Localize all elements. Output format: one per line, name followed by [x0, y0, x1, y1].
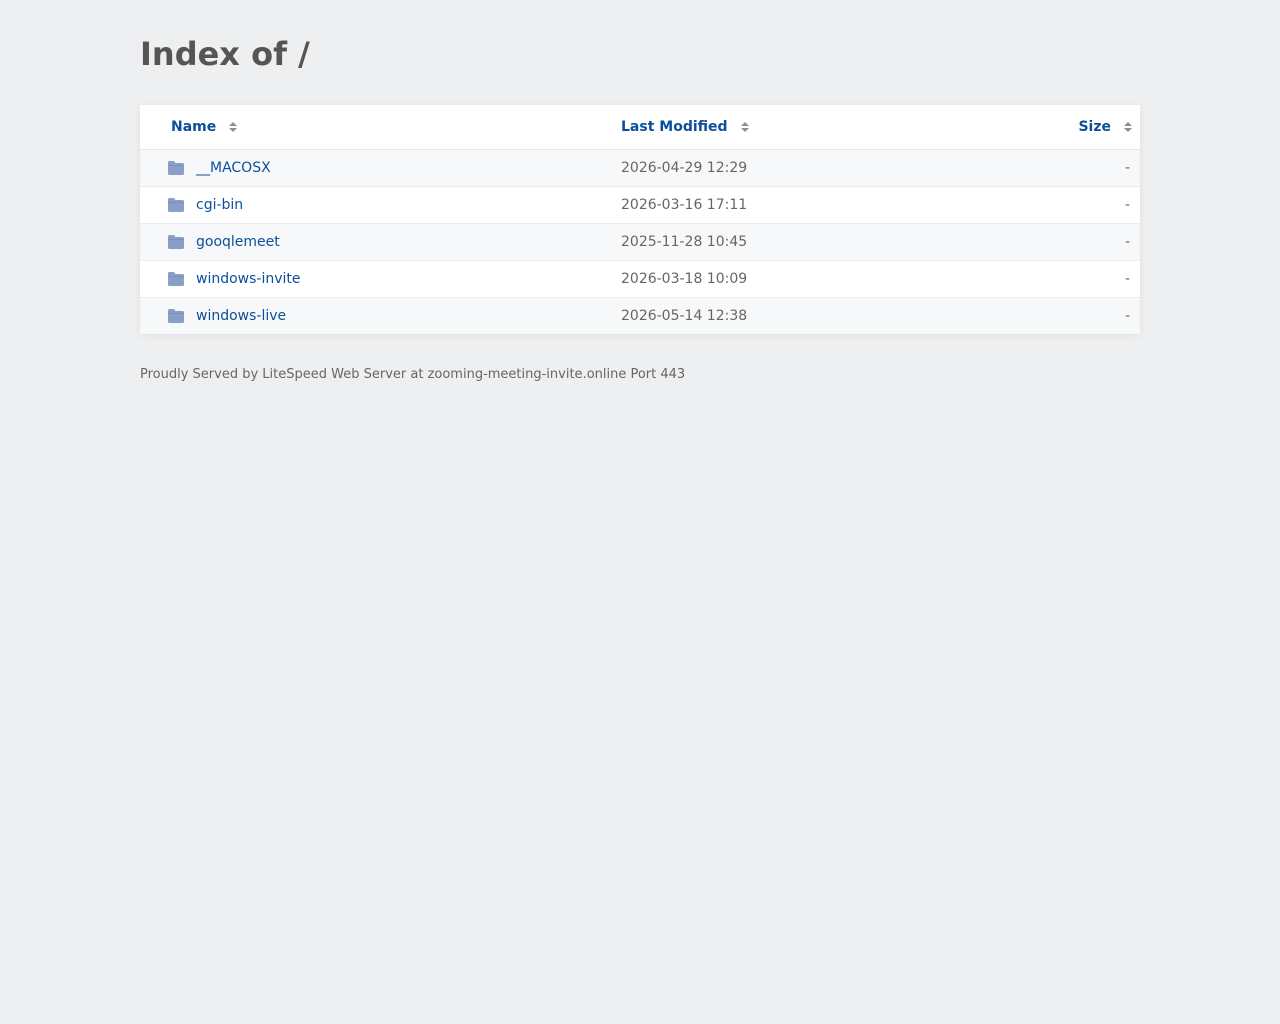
folder-icon [168, 198, 184, 212]
sort-by-last-modified-header[interactable]: Last Modified [621, 105, 749, 149]
name-cell: windows-invite [168, 261, 301, 297]
name-cell: __MACOSX [168, 150, 271, 186]
server-footer: Proudly Served by LiteSpeed Web Server a… [140, 367, 686, 382]
page-title: Index of / [140, 35, 310, 73]
table-row: gooqlemeet 2025-11-28 10:45 - [140, 224, 1140, 261]
table-header: Name Last Modified Size [140, 105, 1140, 150]
table-row: __MACOSX 2026-04-29 12:29 - [140, 150, 1140, 187]
modified-cell: 2026-03-18 10:09 [621, 271, 748, 287]
folder-icon [168, 235, 184, 249]
name-cell: windows-live [168, 298, 286, 334]
size-cell: - [1124, 160, 1130, 176]
last-modified-header-label: Last Modified [621, 119, 728, 135]
modified-cell: 2026-03-16 17:11 [621, 197, 748, 213]
table-body: __MACOSX 2026-04-29 12:29 - cgi-bin 2026… [140, 150, 1140, 334]
sort-icon [229, 122, 238, 132]
directory-listing: Name Last Modified Size __MACOSX 2026-04… [140, 105, 1140, 334]
name-cell: gooqlemeet [168, 224, 280, 260]
sort-by-name-header[interactable]: Name [171, 105, 238, 149]
table-row: windows-invite 2026-03-18 10:09 - [140, 261, 1140, 298]
size-cell: - [1124, 234, 1130, 250]
name-cell: cgi-bin [168, 187, 243, 223]
modified-cell: 2025-11-28 10:45 [621, 234, 748, 250]
size-cell: - [1124, 271, 1130, 287]
folder-link[interactable]: windows-invite [196, 271, 301, 287]
sort-icon [740, 122, 749, 132]
folder-icon [168, 272, 184, 286]
folder-icon [168, 161, 184, 175]
name-header-label: Name [171, 119, 217, 135]
folder-link[interactable]: gooqlemeet [196, 234, 280, 250]
table-row: cgi-bin 2026-03-16 17:11 - [140, 187, 1140, 224]
size-cell: - [1124, 308, 1130, 324]
folder-link[interactable]: cgi-bin [196, 197, 243, 213]
modified-cell: 2026-05-14 12:38 [621, 308, 748, 324]
folder-icon [168, 309, 184, 323]
table-row: windows-live 2026-05-14 12:38 - [140, 298, 1140, 334]
folder-link[interactable]: windows-live [196, 308, 286, 324]
size-cell: - [1124, 197, 1130, 213]
sort-icon [1124, 122, 1132, 132]
modified-cell: 2026-04-29 12:29 [621, 160, 748, 176]
size-header-label: Size [1078, 119, 1111, 135]
sort-by-size-header[interactable]: Size [1078, 105, 1132, 149]
folder-link[interactable]: __MACOSX [196, 160, 271, 176]
